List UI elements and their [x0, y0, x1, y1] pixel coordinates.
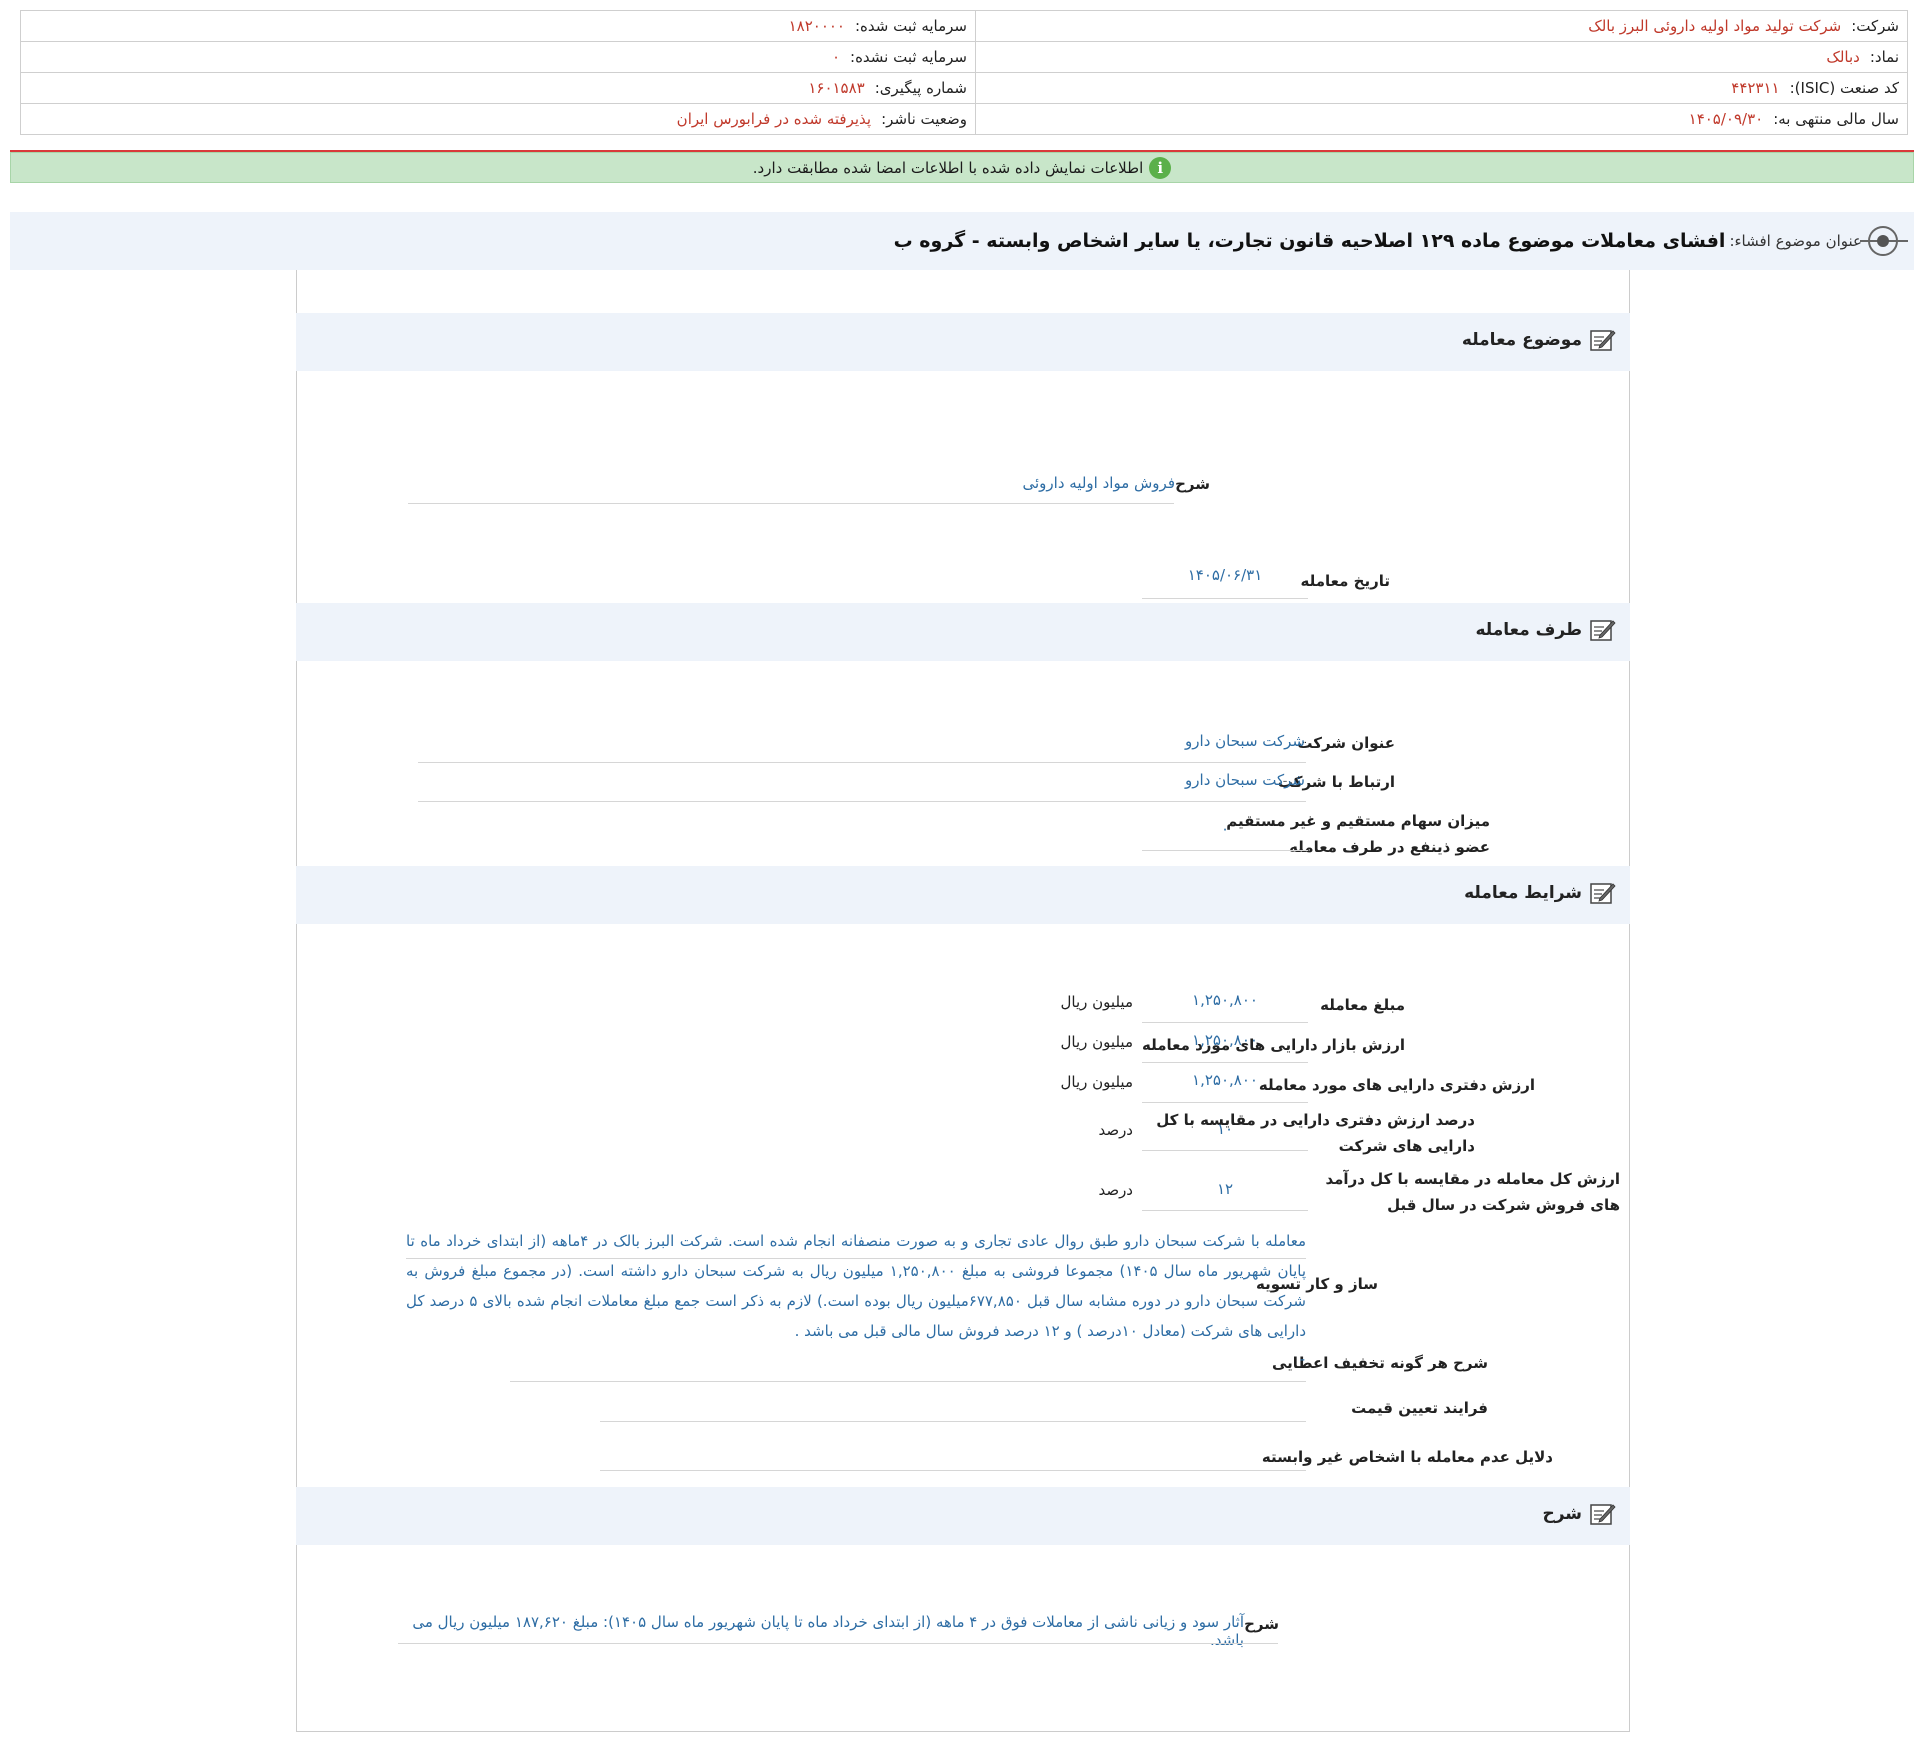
reg-capital-value: ۱۸۲۰۰۰۰ [788, 17, 845, 35]
section-description-title: شرح [1542, 1504, 1582, 1524]
symbol-label: نماد: [1869, 48, 1899, 66]
terms-discount-underline [510, 1381, 1306, 1382]
verification-notice: i اطلاعات نمایش داده شده با اطلاعات امضا… [10, 152, 1914, 183]
party-company-underline [418, 762, 1306, 763]
edit-icon [1590, 883, 1616, 904]
party-company-value: شرکت سبحان دارو [1185, 732, 1305, 750]
target-icon [1860, 226, 1908, 256]
terms-market-underline [1142, 1062, 1308, 1063]
tracking-value: ۱۶۰۱۵۸۳ [808, 79, 865, 97]
company-cell: شرکت: شرکت تولید مواد اولیه داروئی البرز … [975, 10, 1908, 42]
party-shares-underline [1142, 850, 1308, 851]
terms-market-unit: میلیون ریال [1060, 1033, 1133, 1051]
isic-cell: کد صنعت (ISIC): ۴۴۲۳۱۱ [975, 72, 1908, 104]
subject-desc-underline [408, 503, 1174, 504]
tracking-cell: شماره پیگیری: ۱۶۰۱۵۸۳ [20, 72, 976, 104]
company-label: شرکت: [1851, 17, 1899, 35]
terms-book-value: ۱,۲۵۰,۸۰۰ [1192, 1071, 1258, 1089]
unreg-capital-label: سرمایه ثبت نشده: [850, 48, 967, 66]
edit-icon [1590, 1504, 1616, 1525]
terms-revenue-pct-unit: درصد [1098, 1181, 1133, 1199]
disclosure-title-bar: عنوان موضوع افشاء: افشای معاملات موضوع م… [10, 212, 1914, 270]
fiscal-label: سال مالی منتهی به: [1773, 110, 1899, 128]
terms-amount-unit: میلیون ریال [1060, 993, 1133, 1011]
party-relation-value: شرکت سبحان دارو [1185, 771, 1305, 789]
isic-label: کد صنعت (ISIC): [1789, 79, 1899, 97]
terms-book-pct-unit: درصد [1098, 1121, 1133, 1139]
unreg-capital-value: ۰ [831, 48, 841, 66]
reg-capital-cell: سرمایه ثبت شده: ۱۸۲۰۰۰۰ [20, 10, 976, 42]
subject-date-underline [1142, 598, 1308, 599]
terms-amount-underline [1142, 1022, 1308, 1023]
terms-reasons-label: دلایل عدم معامله با اشخاص غیر وابسته [1261, 1448, 1553, 1466]
edit-icon [1590, 620, 1616, 641]
terms-amount-value: ۱,۲۵۰,۸۰۰ [1192, 991, 1258, 1009]
publisher-value: پذیرفته شده در فرابورس ایران [676, 110, 872, 128]
terms-revenue-pct-underline [1142, 1210, 1308, 1211]
reg-capital-label: سرمایه ثبت شده: [855, 17, 967, 35]
terms-settlement-value: معامله با شرکت سبحان دارو طبق روال عادی … [406, 1232, 1306, 1340]
page-title: افشای معاملات موضوع ماده ۱۲۹ اصلاحیه قان… [893, 230, 1726, 252]
description-underline [398, 1643, 1278, 1644]
party-shares-value: ۰ [1220, 820, 1230, 838]
subject-desc-value: فروش مواد اولیه داروئی [1022, 474, 1176, 492]
fiscal-cell: سال مالی منتهی به: ۱۴۰۵/۰۹/۳۰ [975, 103, 1908, 135]
notice-text: اطلاعات نمایش داده شده با اطلاعات امضا ش… [752, 158, 1144, 177]
symbol-value[interactable]: دبالک [1826, 48, 1859, 66]
subject-date-value: ۱۴۰۵/۰۶/۳۱ [1187, 566, 1263, 584]
terms-reasons-underline [600, 1470, 1306, 1471]
terms-discount-value: - [1299, 1350, 1305, 1368]
terms-settlement-underline [406, 1258, 1306, 1259]
section-party-header: طرف معامله [296, 603, 1630, 661]
section-subject-header: موضوع معامله [296, 313, 1630, 371]
edit-icon [1590, 330, 1616, 351]
publisher-label: وضعیت ناشر: [881, 110, 967, 128]
section-terms-title: شرایط معامله [1464, 883, 1582, 903]
symbol-cell: نماد: دبالک [975, 41, 1908, 73]
terms-market-value: ۱,۲۵۰,۸۰۰ [1192, 1031, 1258, 1049]
terms-book-unit: میلیون ریال [1060, 1073, 1133, 1091]
party-relation-underline [418, 801, 1306, 802]
info-icon: i [1149, 156, 1172, 179]
title-label: عنوان موضوع افشاء: [1729, 232, 1862, 250]
terms-pricing-underline [600, 1421, 1306, 1422]
isic-value: ۴۴۲۳۱۱ [1731, 79, 1780, 97]
terms-book-underline [1142, 1102, 1308, 1103]
tracking-label: شماره پیگیری: [874, 79, 967, 97]
terms-book-pct-underline [1142, 1150, 1308, 1151]
terms-book-pct-value: ۱۰ [1216, 1120, 1234, 1138]
terms-pricing-label: فرایند تعیین قیمت [1351, 1399, 1488, 1417]
company-value: شرکت تولید مواد اولیه داروئی البرز بالک [1588, 17, 1842, 35]
unreg-capital-cell: سرمایه ثبت نشده: ۰ [20, 41, 976, 73]
section-terms-header: شرایط معامله [296, 866, 1630, 924]
section-party-title: طرف معامله [1475, 620, 1582, 640]
section-description-header: شرح [296, 1487, 1630, 1545]
publisher-cell: وضعیت ناشر: پذیرفته شده در فرابورس ایران [20, 103, 976, 135]
terms-revenue-pct-value: ۱۲ [1216, 1180, 1234, 1198]
section-subject-title: موضوع معامله [1461, 330, 1582, 350]
terms-revenue-pct-label: ارزش کل معامله در مقایسه با کل درآمد های… [1325, 1170, 1620, 1214]
company-info-table: شرکت: شرکت تولید مواد اولیه داروئی البرز … [20, 10, 1908, 135]
fiscal-value: ۱۴۰۵/۰۹/۳۰ [1688, 110, 1764, 128]
